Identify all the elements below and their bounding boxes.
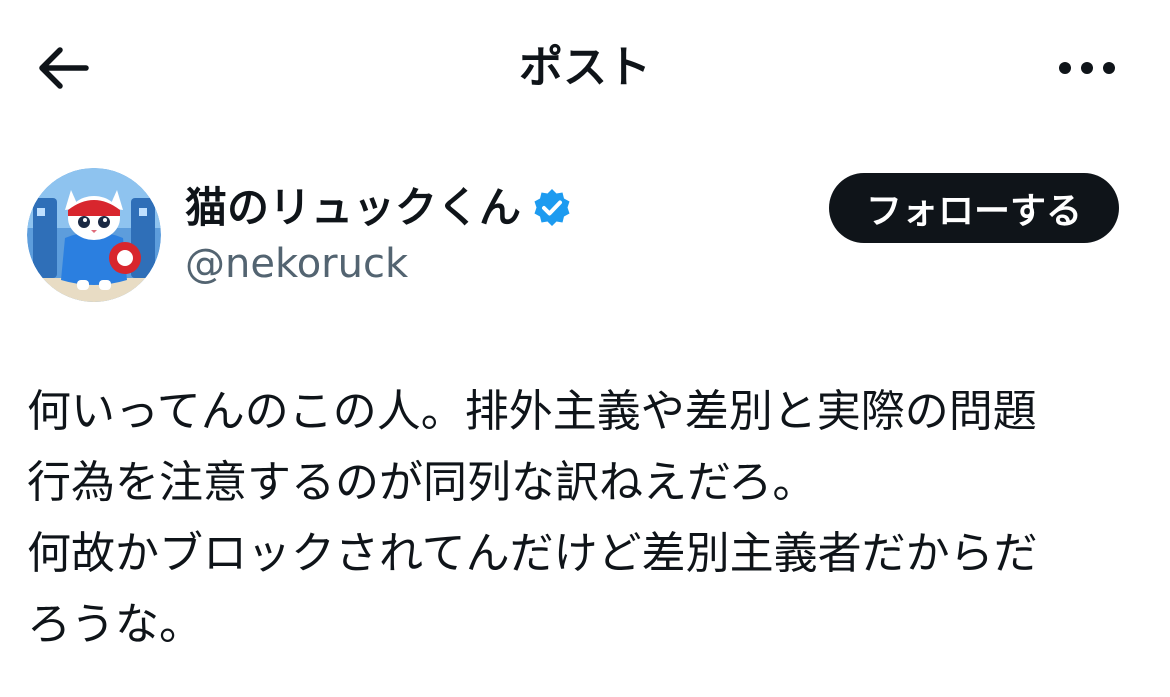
more-options-button[interactable] xyxy=(1052,40,1122,96)
page-title: ポスト xyxy=(519,42,651,93)
more-horizontal-icon xyxy=(1059,62,1115,74)
author-name-row[interactable]: 猫のリュックくん xyxy=(185,178,573,238)
post-text-line: ろうな。 xyxy=(27,599,203,650)
user-handle[interactable]: @nekoruck xyxy=(185,236,408,292)
cat-backpack-avatar-image xyxy=(27,168,161,302)
avatar[interactable] xyxy=(27,168,161,302)
verified-badge-icon[interactable] xyxy=(531,187,573,229)
follow-button[interactable]: フォローする xyxy=(829,173,1119,243)
post-text-line: 行為を注意するのが同列な訳ねえだろ。 xyxy=(27,457,817,508)
post-header: ポスト xyxy=(0,0,1170,135)
post-text-line: 何いってんのこの人。排外主義や差別と実際の問題 xyxy=(27,386,1037,437)
post-text-line: 何故かブロックされてんだけど差別主義者だからだ xyxy=(27,528,1038,579)
post-text: 何いってんのこの人。排外主義や差別と実際の問題 行為を注意するのが同列な訳ねえだ… xyxy=(27,376,1147,660)
display-name[interactable]: 猫のリュックくん xyxy=(185,178,521,238)
